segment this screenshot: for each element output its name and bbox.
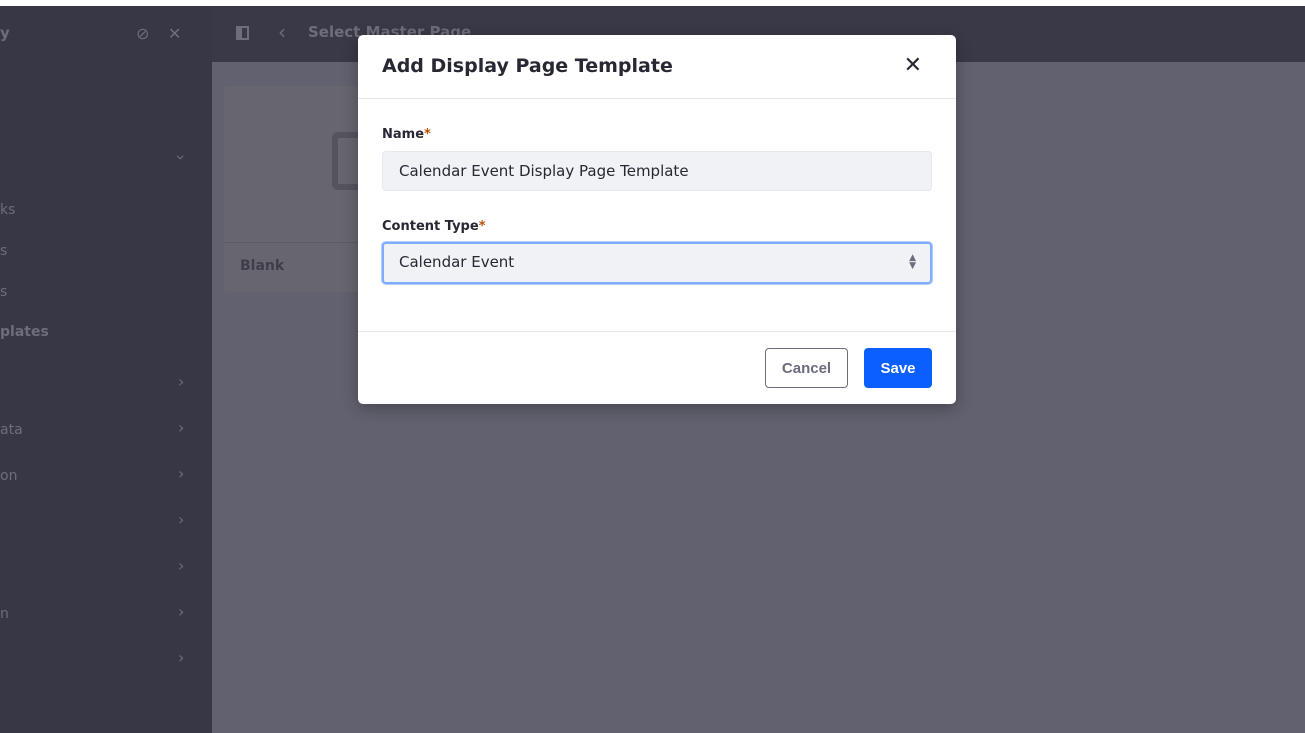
sidebar-item-active[interactable]: plates — [0, 324, 49, 340]
master-page-card[interactable]: Blank — [224, 86, 372, 292]
modal-footer: Cancel Save — [358, 331, 956, 404]
sidebar-item[interactable]: n — [0, 606, 9, 622]
chevron-right-icon[interactable]: › — [178, 418, 184, 437]
content-type-label-text: Content Type — [382, 219, 479, 234]
name-label: Name* — [382, 127, 431, 142]
sidebar-item[interactable]: s — [0, 284, 7, 300]
modal-header: Add Display Page Template ✕ — [358, 35, 956, 99]
chevron-right-icon[interactable]: › — [178, 556, 184, 575]
card-label: Blank — [240, 258, 285, 274]
select-arrows-icon: ▲ ▼ — [909, 253, 916, 271]
content-type-label: Content Type* — [382, 219, 486, 234]
compass-icon[interactable]: ⊘ — [136, 24, 149, 43]
name-input[interactable]: Calendar Event Display Page Template — [382, 151, 932, 191]
close-icon[interactable]: ✕ — [904, 53, 922, 78]
add-display-page-template-modal: Add Display Page Template ✕ Name* Calend… — [358, 35, 956, 404]
save-button[interactable]: Save — [864, 348, 932, 388]
cancel-button[interactable]: Cancel — [765, 348, 848, 388]
selected-value: Calendar Event — [399, 253, 515, 271]
name-label-text: Name — [382, 127, 425, 142]
sidebar-item[interactable]: s — [0, 243, 7, 259]
sidebar-item[interactable]: on — [0, 468, 17, 484]
close-icon[interactable]: ✕ — [168, 24, 181, 43]
modal-title: Add Display Page Template — [382, 55, 673, 77]
divider — [224, 242, 364, 243]
chevron-right-icon[interactable]: › — [178, 602, 184, 621]
chevron-down-icon[interactable]: › — [172, 154, 191, 160]
required-mark: * — [478, 219, 486, 234]
sidebar: y ⊘ ✕ › ks s s plates › ata › on › › › n… — [0, 6, 212, 733]
required-mark: * — [424, 127, 431, 142]
sidebar-title: y — [0, 24, 10, 42]
chevron-right-icon[interactable]: › — [178, 464, 184, 483]
sidebar-item[interactable]: ata — [0, 422, 23, 438]
chevron-right-icon[interactable]: › — [178, 372, 184, 391]
chevron-right-icon[interactable]: › — [178, 648, 184, 667]
chevron-right-icon[interactable]: › — [178, 510, 184, 529]
sidebar-item[interactable]: ks — [0, 202, 15, 218]
content-type-select[interactable]: Calendar Event ▲ ▼ — [382, 242, 932, 284]
back-icon[interactable]: ‹ — [278, 20, 286, 44]
sidebar-toggle-icon[interactable] — [236, 26, 249, 40]
